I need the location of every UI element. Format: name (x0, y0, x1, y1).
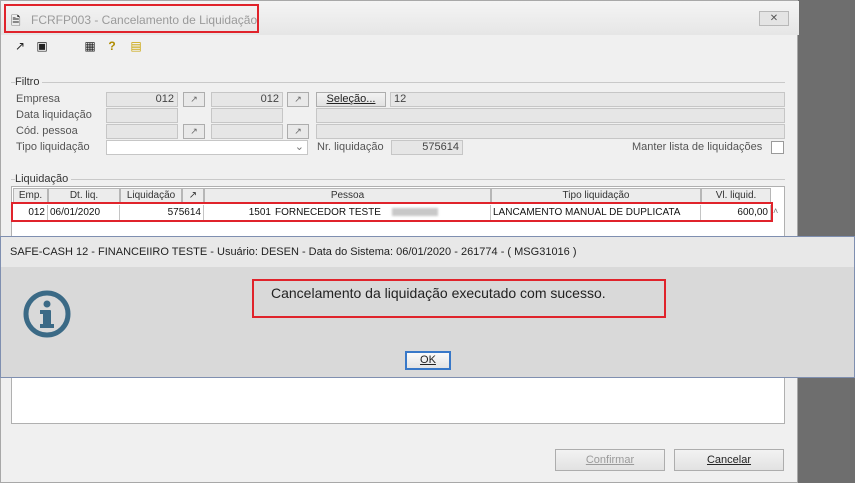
exit-door-icon[interactable]: ▤ (129, 39, 143, 53)
data-liq-to-field[interactable] (211, 108, 283, 123)
cod-pessoa-from-field[interactable] (106, 124, 178, 139)
calendar-grid-icon[interactable]: ▦ (83, 39, 97, 53)
close-button[interactable]: ✕ (759, 11, 789, 26)
liquidacao-divider (11, 179, 785, 180)
empresa-to-field[interactable]: 012 (211, 92, 283, 107)
col-header-dt-liq[interactable]: Dt. liq. (48, 188, 120, 203)
cod-pessoa-from-lookup-button[interactable]: ↗ (183, 124, 205, 139)
scroll-up-icon[interactable]: ˄ (773, 206, 778, 216)
chevron-down-icon: ⌄ (294, 141, 304, 153)
selecao-button[interactable]: Seleção... (316, 92, 386, 107)
filtro-divider (11, 82, 785, 83)
data-liquidacao-label: Data liquidação (16, 109, 92, 121)
cod-pessoa-to-field[interactable] (211, 124, 283, 139)
tipo-liquidacao-select[interactable]: ⌄ (106, 140, 308, 155)
confirmar-button[interactable]: Confirmar (555, 449, 665, 471)
row-highlight-box (11, 202, 773, 222)
dialog-title: SAFE-CASH 12 - FINANCEIIRO TESTE - Usuár… (1, 237, 854, 267)
filtro-section-title: Filtro (15, 76, 43, 88)
cod-pessoa-label: Cód. pessoa (16, 125, 78, 137)
empresa-label: Empresa (16, 93, 61, 105)
col-header-emp[interactable]: Emp. (13, 188, 48, 203)
empresa-from-field[interactable]: 012 (106, 92, 178, 107)
help-icon[interactable]: ? (105, 39, 119, 53)
link-arrow-icon: ↗ (188, 190, 198, 201)
ok-button[interactable]: OK (405, 351, 451, 370)
col-header-link[interactable]: ↗ (182, 188, 204, 203)
manter-lista-checkbox[interactable] (771, 141, 784, 154)
col-header-tipo-liquidacao[interactable]: Tipo liquidação (491, 188, 701, 203)
nr-liquidacao-label: Nr. liquidação (317, 141, 384, 153)
info-icon (23, 290, 71, 338)
title-highlight-box (4, 4, 259, 33)
selecao-field: 12 (390, 92, 785, 107)
cod-pessoa-to-lookup-button[interactable]: ↗ (287, 124, 309, 139)
dialog-message: Cancelamento da liquidação executado com… (252, 279, 666, 318)
tipo-liquidacao-label: Tipo liquidação (16, 141, 90, 153)
liquidacao-section-title: Liquidação (15, 173, 72, 185)
col-header-pessoa[interactable]: Pessoa (204, 188, 491, 203)
data-liq-extra-field (316, 108, 785, 123)
col-header-liquidacao[interactable]: Liquidação (120, 188, 182, 203)
cancelar-button[interactable]: Cancelar (674, 449, 784, 471)
copy-icon[interactable]: ▣ (35, 39, 49, 53)
empresa-from-lookup-button[interactable]: ↗ (183, 92, 205, 107)
cod-pessoa-name-field (316, 124, 785, 139)
empresa-to-lookup-button[interactable]: ↗ (287, 92, 309, 107)
col-header-vl-liquid[interactable]: Vl. liquid. (701, 188, 771, 203)
nr-liquidacao-field[interactable]: 575614 (391, 140, 463, 155)
manter-lista-label: Manter lista de liquidações (632, 141, 763, 153)
arrow-export-icon[interactable]: ↗ (13, 39, 27, 53)
data-liq-from-field[interactable] (106, 108, 178, 123)
